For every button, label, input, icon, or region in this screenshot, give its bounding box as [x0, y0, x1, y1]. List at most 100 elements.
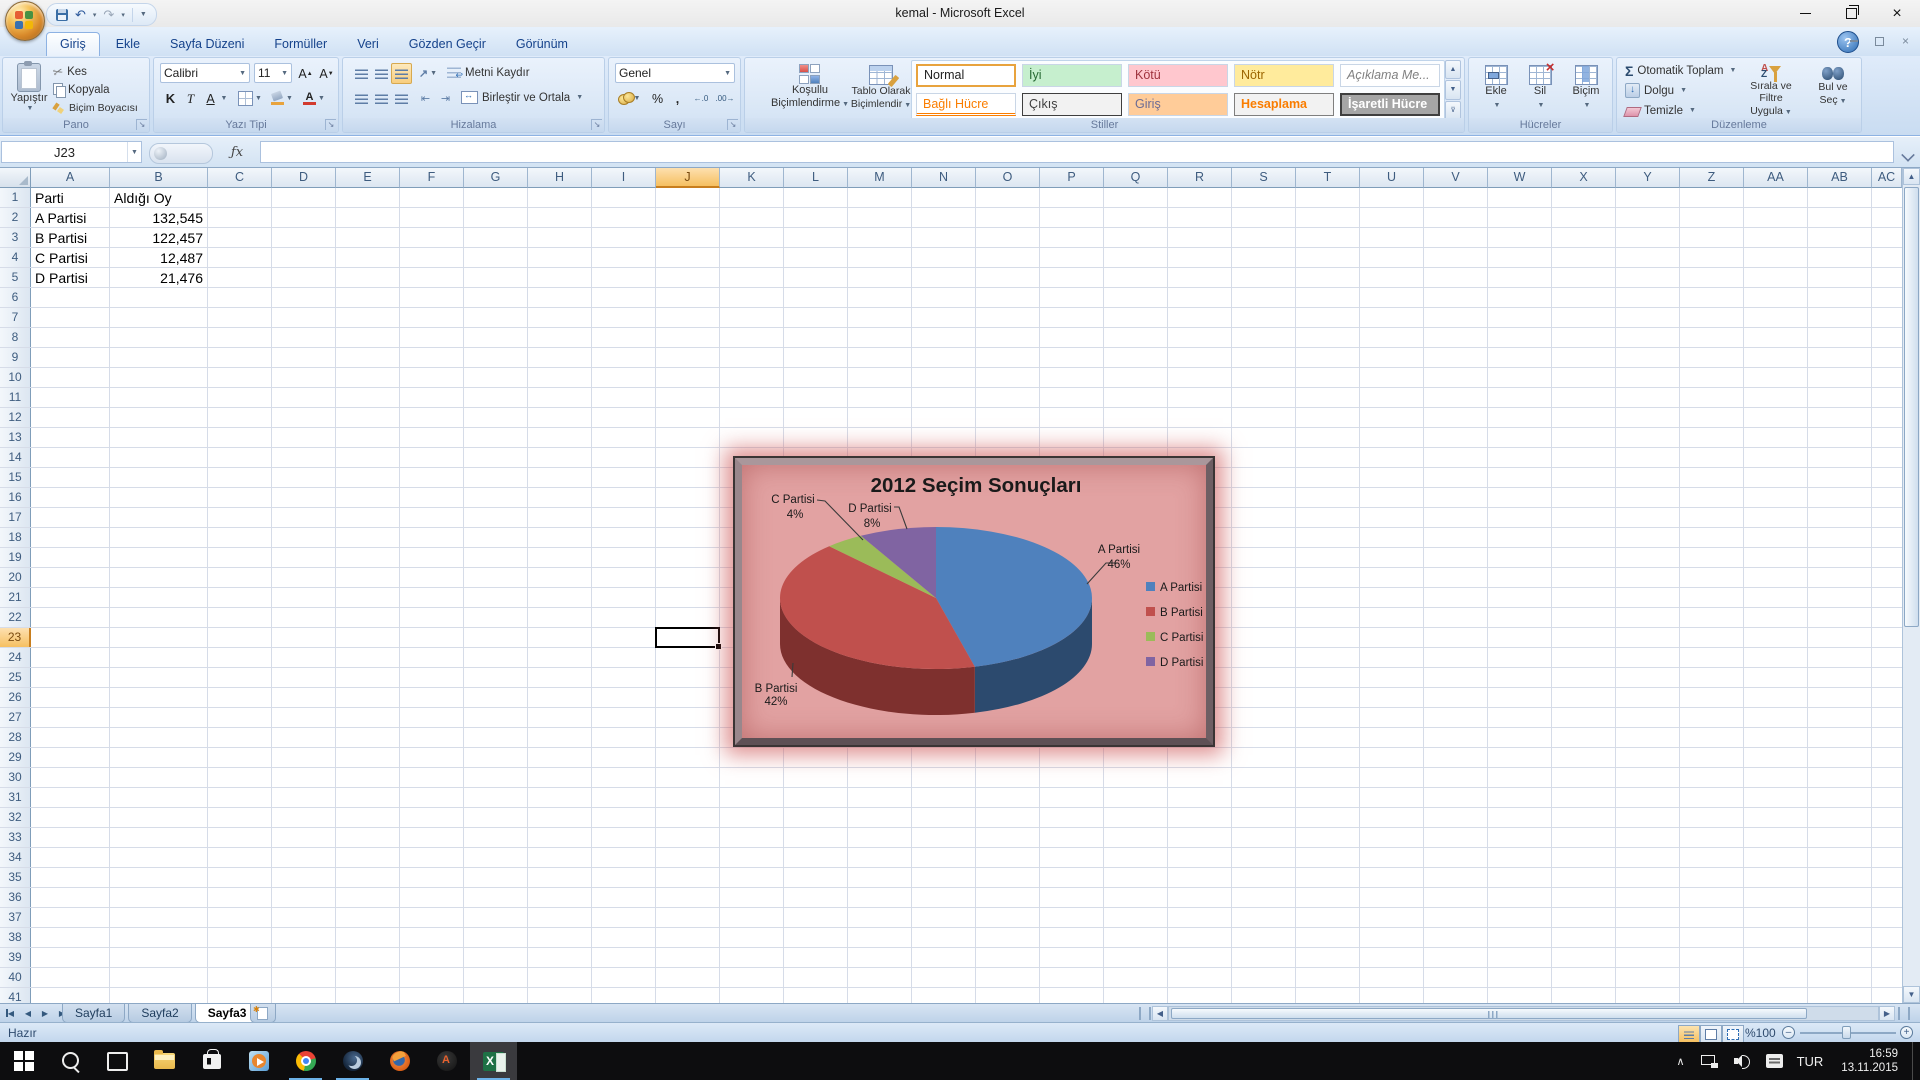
taskbar-firefox[interactable] [376, 1042, 423, 1080]
font-color-button[interactable]: A▼ [300, 88, 328, 109]
shrink-font-button[interactable]: A▼ [316, 63, 337, 84]
name-box-dropdown-icon[interactable]: ▼ [127, 142, 141, 162]
minimize-button[interactable] [1782, 0, 1828, 27]
data-label-a-partisi[interactable]: A Partisi [1098, 544, 1140, 556]
cell-A2[interactable]: A Partisi [31, 208, 110, 228]
cell-B2[interactable]: 132,545 [110, 208, 208, 228]
gallery-scroll-up-icon[interactable]: ▲ [1445, 60, 1461, 79]
close-button[interactable]: × [1874, 0, 1920, 27]
page-layout-view-button[interactable] [1700, 1025, 1722, 1043]
embedded-chart[interactable]: 2012 Seçim SonuçlarıA Partisi46%B Partis… [735, 458, 1213, 745]
increase-indent-button[interactable]: ⇥ [435, 88, 456, 109]
font-name-select[interactable]: Calibri▼ [160, 63, 250, 83]
chart-title[interactable]: 2012 Seçim Sonuçları [871, 474, 1082, 497]
legend-swatch-b-partisi[interactable] [1146, 607, 1155, 616]
workbook-close-button[interactable]: × [1897, 34, 1914, 48]
row-header-20[interactable]: 20 [0, 568, 31, 588]
wrap-text-button[interactable]: Metni Kaydır [447, 64, 530, 81]
insert-worksheet-button[interactable] [250, 1004, 276, 1023]
font-size-select[interactable]: 11▼ [254, 63, 292, 83]
italic-button[interactable]: T [180, 88, 201, 109]
column-header-A[interactable]: A [31, 168, 110, 188]
align-left-button[interactable] [351, 88, 372, 109]
taskbar-media-player[interactable] [235, 1042, 282, 1080]
office-button[interactable] [5, 1, 45, 41]
align-right-button[interactable] [391, 88, 412, 109]
number-dialog-launcher[interactable]: ↘ [727, 119, 738, 130]
column-header-F[interactable]: F [400, 168, 464, 188]
column-header-P[interactable]: P [1040, 168, 1104, 188]
hscroll-left-icon[interactable]: ◀ [1152, 1006, 1168, 1021]
find-select-button[interactable]: Bul veSeç▼ [1807, 60, 1859, 120]
merge-center-button[interactable]: Birleştir ve Ortala▼ [461, 89, 583, 106]
workbook-minimize-button[interactable] [1845, 34, 1862, 48]
data-label-b-partisi[interactable]: B Partisi [755, 683, 798, 695]
column-header-B[interactable]: B [110, 168, 208, 188]
column-header-J[interactable]: J [656, 168, 720, 188]
keyboard-language[interactable]: TUR [1797, 1054, 1824, 1069]
align-center-button[interactable] [371, 88, 392, 109]
cell-style-k[interactable]: Çıkış [1022, 93, 1122, 116]
cell-A5[interactable]: D Partisi [31, 268, 110, 288]
align-top-button[interactable] [351, 63, 372, 84]
cell-style-ba-l-h-cre[interactable]: Bağlı Hücre [916, 93, 1016, 116]
taskbar-aimp[interactable] [423, 1042, 470, 1080]
row-header-37[interactable]: 37 [0, 908, 31, 928]
row-header-26[interactable]: 26 [0, 688, 31, 708]
legend-swatch-c-partisi[interactable] [1146, 632, 1155, 641]
cell-A4[interactable]: C Partisi [31, 248, 110, 268]
cut-button[interactable]: ✂Kes [53, 63, 87, 80]
cell-style-hesaplama[interactable]: Hesaplama [1234, 93, 1334, 116]
clock[interactable]: 16:59 13.11.2015 [1841, 1047, 1898, 1075]
column-header-U[interactable]: U [1360, 168, 1424, 188]
row-header-13[interactable]: 13 [0, 428, 31, 448]
bold-button[interactable]: K [160, 88, 181, 109]
column-header-E[interactable]: E [336, 168, 400, 188]
cell-B3[interactable]: 122,457 [110, 228, 208, 248]
network-icon[interactable] [1701, 1055, 1718, 1068]
restore-button[interactable] [1828, 0, 1874, 27]
vertical-scrollbar[interactable]: ▲▼ [1902, 168, 1920, 1003]
taskbar-chrome[interactable] [282, 1042, 329, 1080]
taskbar-daemon-tools[interactable] [329, 1042, 376, 1080]
column-header-I[interactable]: I [592, 168, 656, 188]
row-header-7[interactable]: 7 [0, 308, 31, 328]
zoom-level[interactable]: %100 [1745, 1026, 1776, 1040]
insert-function-button[interactable]: ƒx [218, 141, 256, 163]
row-header-19[interactable]: 19 [0, 548, 31, 568]
column-header-Q[interactable]: Q [1104, 168, 1168, 188]
format-as-table-button[interactable]: Tablo OlarakBiçimlendir▼ [851, 60, 911, 120]
data-label-pct-d-partisi[interactable]: 8% [864, 518, 881, 530]
grow-font-button[interactable]: A▲ [295, 63, 316, 84]
legend-label-c-partisi[interactable]: C Partisi [1160, 632, 1203, 644]
zoom-slider-handle[interactable] [1842, 1026, 1851, 1039]
comma-style-button[interactable]: , [667, 88, 688, 109]
notification-center-icon[interactable] [1766, 1054, 1783, 1068]
column-header-K[interactable]: K [720, 168, 784, 188]
tab-sayfa-d-zeni[interactable]: Sayfa Düzeni [156, 32, 258, 56]
row-header-36[interactable]: 36 [0, 888, 31, 908]
row-header-5[interactable]: 5 [0, 268, 31, 288]
fill-color-button[interactable]: ▼ [268, 88, 296, 109]
legend-swatch-a-partisi[interactable] [1146, 582, 1155, 591]
row-header-27[interactable]: 27 [0, 708, 31, 728]
row-header-38[interactable]: 38 [0, 928, 31, 948]
row-header-28[interactable]: 28 [0, 728, 31, 748]
insert-function-sphere-icon[interactable] [154, 147, 167, 160]
legend-label-d-partisi[interactable]: D Partisi [1160, 657, 1203, 669]
fill-button[interactable]: ↓Dolgu▼ [1625, 82, 1687, 99]
percent-style-button[interactable]: % [647, 88, 668, 109]
page-break-view-button[interactable] [1722, 1025, 1744, 1043]
sheet-tab-sayfa1[interactable]: Sayfa1 [62, 1004, 125, 1023]
select-all-corner[interactable] [0, 168, 31, 188]
row-header-32[interactable]: 32 [0, 808, 31, 828]
row-header-31[interactable]: 31 [0, 788, 31, 808]
increase-decimal-button[interactable]: ←.0 [689, 88, 713, 109]
formula-input[interactable] [260, 141, 1894, 163]
row-header-18[interactable]: 18 [0, 528, 31, 548]
vertical-scrollbar-thumb[interactable] [1904, 187, 1919, 627]
insert-cells-button[interactable]: Ekle▼ [1475, 60, 1517, 120]
clipboard-dialog-launcher[interactable]: ↘ [136, 119, 147, 130]
tab-g-zden-ge-ir[interactable]: Gözden Geçir [395, 32, 500, 56]
data-label-pct-c-partisi[interactable]: 4% [787, 509, 804, 521]
